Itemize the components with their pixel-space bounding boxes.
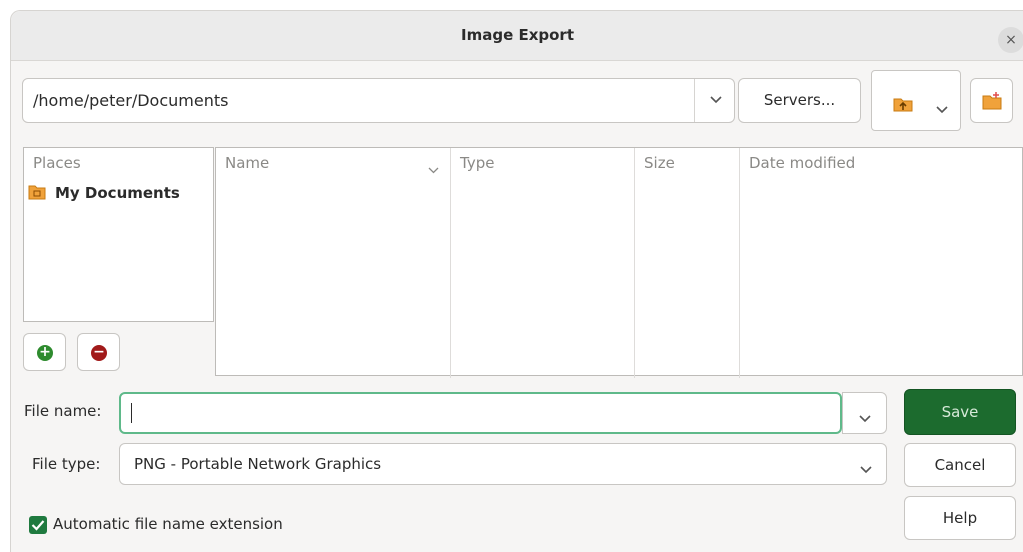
places-item-label: My Documents [55, 184, 180, 202]
add-icon: + [37, 345, 53, 361]
places-item[interactable]: My Documents [24, 181, 213, 209]
remove-place-button[interactable]: − [77, 333, 120, 371]
remove-icon: − [91, 345, 107, 361]
path-input[interactable]: /home/peter/Documents [33, 91, 228, 110]
image-export-dialog: Image Export × /home/peter/Documents Ser… [10, 10, 1023, 552]
file-type-select[interactable]: PNG - Portable Network Graphics [119, 443, 887, 485]
places-panel: Places My Documents [23, 147, 214, 322]
path-divider [694, 79, 695, 122]
text-caret [131, 403, 132, 423]
up-folder-button[interactable] [871, 70, 961, 131]
close-button[interactable]: × [998, 27, 1023, 53]
column-divider [450, 148, 451, 378]
file-name-history-button[interactable] [842, 392, 887, 434]
column-header-name[interactable]: Name [225, 154, 269, 172]
column-divider [739, 148, 740, 378]
new-folder-icon [982, 92, 1002, 114]
add-place-button[interactable]: + [23, 333, 66, 371]
chevron-down-icon [859, 409, 871, 427]
column-header-type[interactable]: Type [460, 154, 494, 172]
path-combobox[interactable]: /home/peter/Documents [22, 78, 735, 123]
file-type-label: File type: [32, 455, 101, 473]
places-header: Places [33, 154, 81, 172]
servers-button[interactable]: Servers... [738, 78, 861, 123]
file-list[interactable]: Name Type Size Date modified [215, 147, 1023, 378]
auto-extension-checkbox[interactable] [29, 516, 47, 534]
auto-extension-label[interactable]: Automatic file name extension [53, 515, 283, 533]
check-icon [31, 520, 45, 531]
chevron-down-icon [936, 100, 948, 118]
cancel-button[interactable]: Cancel [904, 443, 1016, 487]
column-header-date-modified[interactable]: Date modified [749, 154, 855, 172]
help-button[interactable]: Help [904, 496, 1016, 540]
dialog-title: Image Export [461, 26, 574, 44]
new-folder-button[interactable] [970, 78, 1013, 123]
chevron-down-icon [860, 460, 872, 478]
sort-chevron-icon [428, 160, 439, 178]
chevron-down-icon[interactable] [710, 94, 722, 107]
column-header-size[interactable]: Size [644, 154, 675, 172]
file-name-input[interactable] [119, 392, 842, 434]
column-divider [634, 148, 635, 378]
folder-documents-icon [28, 184, 46, 204]
file-type-value: PNG - Portable Network Graphics [134, 455, 382, 473]
save-button[interactable]: Save [904, 389, 1016, 435]
folder-up-icon [893, 96, 913, 116]
title-bar: Image Export × [11, 11, 1023, 61]
file-name-label: File name: [24, 402, 102, 420]
